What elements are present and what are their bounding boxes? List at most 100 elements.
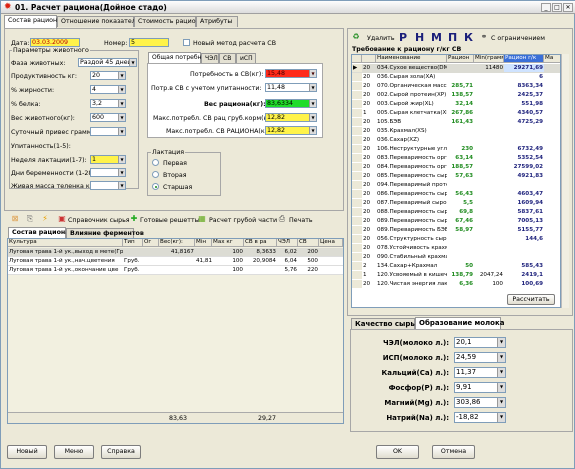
tab-enzymes[interactable]: Влияние ферментов — [66, 228, 144, 238]
milk-value-input[interactable]: 11,37 ▼ — [454, 367, 506, 378]
table-row[interactable]: 2 134.Сахар+Крахмал 50 585,43 — [352, 262, 560, 271]
maximize-button[interactable]: □ — [552, 3, 562, 12]
milk-value-input[interactable]: -18,82 ▼ — [454, 412, 506, 423]
ration-header[interactable]: Мах кг — [212, 239, 244, 247]
table-row[interactable]: 20 086.Переваримость сырого 56,43 4603,47 — [352, 190, 560, 199]
table-row[interactable]: Луговая трава 1-й ук.,нач.цветения Груб. 4… — [8, 257, 343, 266]
ration-header[interactable]: СВ в ра — [244, 239, 277, 247]
ration-header[interactable]: Цена — [319, 239, 343, 247]
limit-icon[interactable]: ⚭ — [479, 32, 489, 42]
table-row[interactable]: 20 085.Переваримость сырого 57,63 4921,83 — [352, 172, 560, 181]
req-header[interactable]: Ma — [544, 55, 560, 63]
delete-button[interactable]: Удалить — [367, 35, 395, 42]
radio-second[interactable] — [152, 171, 159, 178]
number-input[interactable]: 5 — [129, 38, 169, 47]
req-header[interactable]: Рацион — [447, 55, 474, 63]
chevron-down-icon[interactable]: ▼ — [497, 353, 505, 362]
tab-isp[interactable]: иСП — [236, 53, 256, 63]
tab-raw-quality[interactable]: Качество сырья — [351, 318, 419, 329]
req-header[interactable]: Min(грамм — [474, 55, 504, 63]
phase-select[interactable]: Раздой 45 дней ▼ — [78, 58, 137, 67]
chevron-down-icon[interactable]: ▼ — [118, 100, 125, 107]
chevron-down-icon[interactable]: ▼ — [309, 114, 316, 121]
table-row[interactable]: 20 087.Переваримый сырой ж 5,5 1609,94 — [352, 199, 560, 208]
milk-value-input[interactable]: 303,86 ▼ — [454, 397, 506, 408]
chevron-down-icon[interactable]: ▼ — [497, 413, 505, 422]
copy-icon[interactable]: ⎘ — [25, 214, 35, 224]
letter-r-button[interactable]: Р — [399, 31, 407, 44]
table-row[interactable]: 20 089.Переваримость БЭВ 58,97 5155,77 — [352, 226, 560, 235]
chevron-down-icon[interactable]: ▼ — [118, 114, 125, 121]
ok-button[interactable]: OK — [376, 445, 419, 459]
chevron-down-icon[interactable]: ▼ — [309, 100, 316, 107]
letter-m-button[interactable]: М — [431, 31, 442, 44]
table-row[interactable]: 20 056.Структурность сыр.кр 144,6 — [352, 235, 560, 244]
calculate-button[interactable]: Рассчитать — [507, 294, 555, 305]
tab-chel[interactable]: ЧЭЛ — [201, 53, 219, 63]
cancel-button[interactable]: Отмена — [432, 445, 475, 459]
chevron-down-icon[interactable]: ▼ — [497, 383, 505, 392]
chevron-down-icon[interactable]: ▼ — [118, 169, 125, 176]
milk-value-input[interactable]: 24,59 ▼ — [454, 352, 506, 363]
clear-icon[interactable]: ⊠ — [10, 214, 20, 224]
table-row[interactable]: 20 084.Переваримость органи 188,57 27599,02 — [352, 163, 560, 172]
tab-total-need[interactable]: Общая потребность — [148, 52, 215, 63]
table-row[interactable]: 20 120.Чистая энергия лактаци 6,36 100 100,6… — [352, 280, 560, 289]
table-row[interactable]: 20 036.Сырая зола(XA) 6 — [352, 73, 560, 82]
new-method-checkbox[interactable] — [183, 39, 190, 46]
weight-input[interactable]: 600 ▼ — [90, 113, 126, 122]
pregnancy-input[interactable]: ▼ — [90, 168, 126, 177]
letter-k-button[interactable]: К — [464, 31, 473, 44]
new-button[interactable]: Новый — [7, 445, 47, 459]
table-row[interactable]: 1 005.Сырая клетчатка(XF) 267,86 4340,57 — [352, 109, 560, 118]
tab-milk-formation[interactable]: Образование молока — [415, 317, 504, 329]
calculator-icon[interactable]: ▦ — [197, 214, 207, 224]
table-row[interactable]: 20 089.Переваримость сырой 67,46 7005,13 — [352, 217, 560, 226]
book-icon[interactable]: ▣ — [57, 214, 67, 224]
table-row[interactable]: 1 120.Усвояемый в кишечник 138,79 2047,24 24… — [352, 271, 560, 280]
milk-value-input[interactable]: 20,1 ▼ — [454, 337, 506, 348]
req-scrollbar[interactable] — [561, 54, 569, 308]
table-row[interactable]: 20 002.Сырой протеин(XP) 138,57 2425,37 — [352, 91, 560, 100]
req-header[interactable]: Наименование — [376, 55, 447, 63]
letter-n-button[interactable]: Н — [415, 31, 424, 44]
table-row[interactable]: 20 036.Сахар(XZ) — [352, 136, 560, 145]
help-button[interactable]: Справка — [101, 445, 141, 459]
ration-header[interactable]: Ог — [143, 239, 159, 247]
req-header[interactable]: Рацион г/к — [504, 55, 544, 63]
tab-ration-composition[interactable]: Состав рациона — [4, 15, 61, 28]
productivity-input[interactable]: 20 ▼ — [90, 71, 126, 80]
minimize-button[interactable]: _ — [541, 3, 551, 12]
ration-header[interactable]: Вес(кг): — [159, 239, 195, 247]
chevron-down-icon[interactable]: ▼ — [118, 72, 125, 79]
table-row[interactable]: 20 035.Крахмал(XS) — [352, 127, 560, 136]
radio-senior[interactable] — [152, 183, 159, 190]
chevron-down-icon[interactable]: ▼ — [118, 86, 125, 93]
chevron-down-icon[interactable]: ▼ — [309, 84, 316, 91]
table-row[interactable]: 20 078.Устойчивость крахмала — [352, 244, 560, 253]
chevron-down-icon[interactable]: ▼ — [129, 59, 136, 66]
ration-header[interactable]: ЧЭЛ — [277, 239, 298, 247]
print-button[interactable]: Печать — [289, 217, 313, 224]
table-row[interactable]: 20 094.Переваримый протеин — [352, 181, 560, 190]
table-row[interactable]: 20 070.Органическая масса 285,71 8363,34 — [352, 82, 560, 91]
ration-header[interactable]: Мін — [195, 239, 212, 247]
table-row[interactable]: 20 090.Стабильный крахмал(XS — [352, 253, 560, 262]
table-row[interactable]: 20 106.Неструктурные углевод 230 6732,49 — [352, 145, 560, 154]
chevron-down-icon[interactable]: ▼ — [309, 70, 316, 77]
table-row[interactable]: Луговая трава 1-й ук.,окончание цве Груб.… — [8, 266, 343, 275]
chevron-down-icon[interactable]: ▼ — [309, 127, 316, 134]
tab-ration-list[interactable]: Состав рациона — [8, 227, 70, 238]
protein-input[interactable]: 3,2 ▼ — [90, 99, 126, 108]
calf-weight-input[interactable]: ▼ — [90, 181, 126, 190]
chevron-down-icon[interactable]: ▼ — [497, 398, 505, 407]
gain-input[interactable]: ▼ — [90, 127, 126, 136]
menu-button[interactable]: Меню — [54, 445, 94, 459]
chevron-down-icon[interactable]: ▼ — [118, 182, 125, 189]
ration-header[interactable]: СВ — [298, 239, 319, 247]
fat-input[interactable]: 4 ▼ — [90, 85, 126, 94]
radio-first[interactable] — [152, 159, 159, 166]
table-row[interactable]: ▶ 20 034.Сухое вещество(DM) 11480 29271,69 — [352, 64, 560, 73]
rough-part-button[interactable]: Расчет грубой части — [209, 217, 277, 224]
date-input[interactable]: 03.03.2009 — [30, 38, 80, 47]
